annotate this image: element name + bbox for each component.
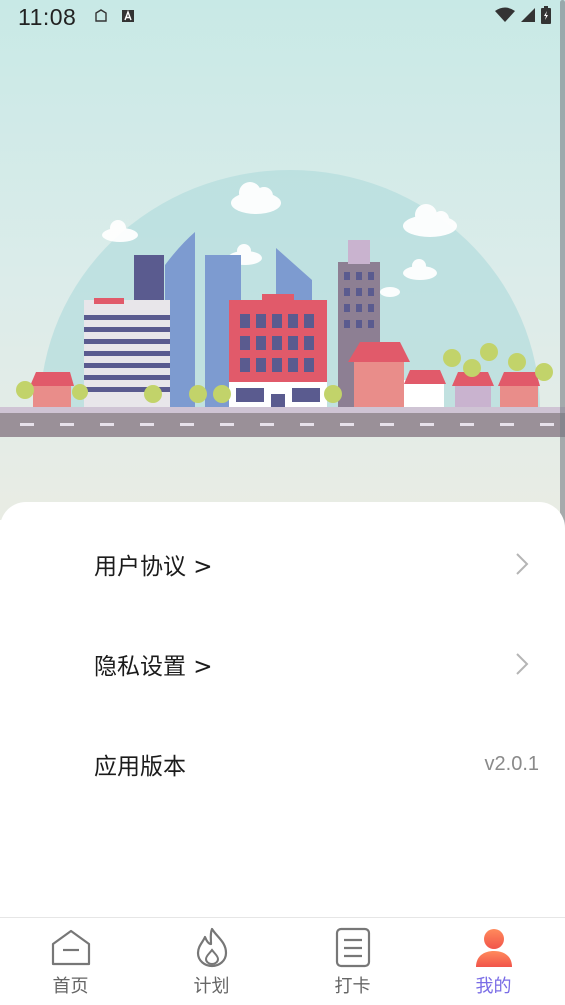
tab-checkin-label: 打卡 (334, 976, 371, 997)
home-icon (51, 929, 90, 966)
battery-icon (541, 6, 551, 24)
settings-panel: 用户协议 > 隐私设置 > 应用版本 v2.0.1 (0, 502, 565, 918)
tab-plan-label: 计划 (193, 976, 230, 997)
user-agreement-label: 用户协议 > (94, 554, 213, 580)
bottom-tab-bar: 首页 计划 打卡 我的 (0, 917, 565, 1005)
tab-plan[interactable]: 计划 (141, 918, 282, 1005)
wifi-icon (495, 7, 515, 22)
checklist-icon (335, 927, 370, 968)
chevron-right-icon (516, 653, 529, 675)
tab-checkin[interactable]: 打卡 (282, 918, 423, 1005)
tab-profile-label: 我的 (475, 976, 512, 997)
tab-home-label: 首页 (52, 976, 89, 997)
keyboard-a-icon (122, 10, 134, 22)
privacy-settings-label: 隐私设置 > (94, 654, 213, 680)
profile-icon (475, 929, 512, 967)
header-illustration: 11:08 (0, 0, 565, 520)
signal-icon (521, 8, 535, 22)
user-agreement-row[interactable]: 用户协议 > (0, 534, 565, 594)
tab-home[interactable]: 首页 (0, 918, 141, 1005)
city-illustration (0, 170, 565, 437)
tab-profile[interactable]: 我的 (423, 918, 564, 1005)
status-bar: 11:08 (0, 0, 565, 34)
notification-icon (95, 9, 107, 22)
flame-icon (196, 927, 227, 968)
chevron-right-icon (516, 553, 529, 575)
status-time: 11:08 (18, 4, 77, 30)
status-right-icons (495, 6, 551, 24)
app-version-label: 应用版本 (94, 754, 186, 780)
app-version-value: v2.0.1 (484, 752, 539, 775)
privacy-settings-row[interactable]: 隐私设置 > (0, 634, 565, 694)
app-version-row: 应用版本 v2.0.1 (0, 734, 565, 794)
